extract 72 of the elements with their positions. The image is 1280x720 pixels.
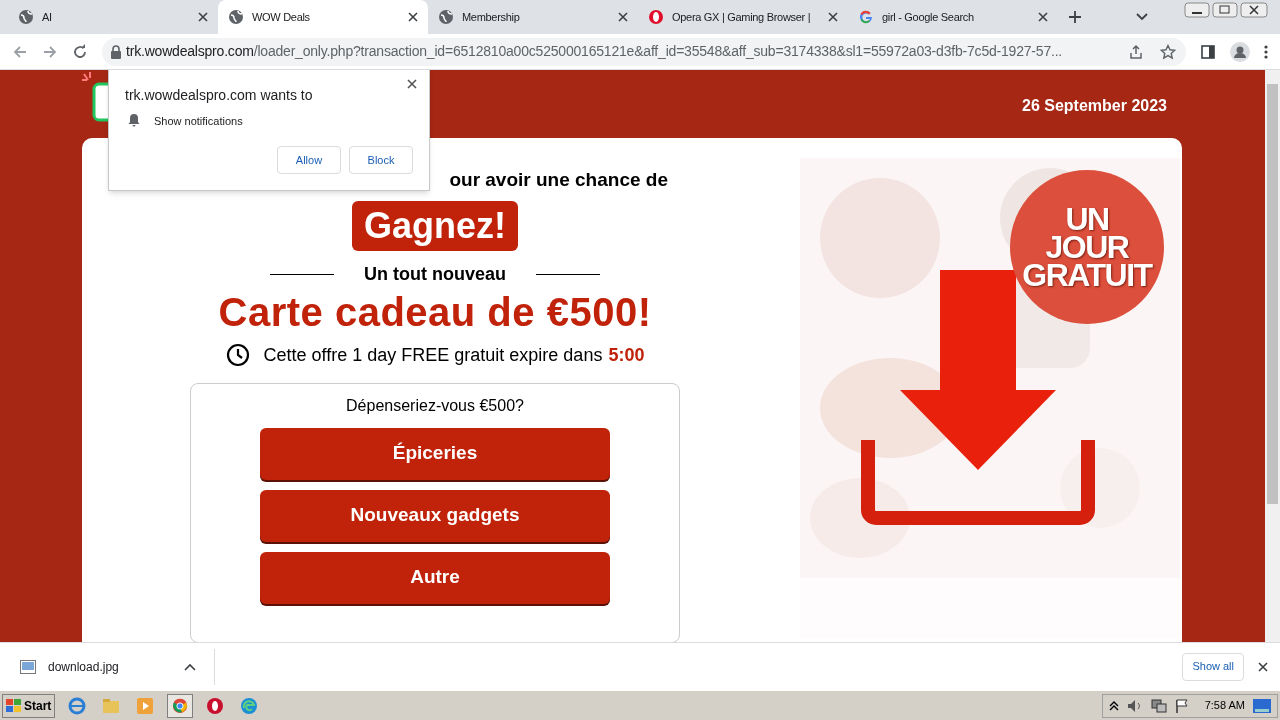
ring-icon[interactable] bbox=[206, 696, 225, 715]
show-all-button[interactable]: Show all bbox=[1182, 652, 1244, 681]
browser-tab[interactable]: Membership bbox=[428, 0, 638, 34]
win-label: Gagnez! bbox=[352, 200, 518, 251]
profile-icon[interactable] bbox=[1230, 41, 1250, 62]
answer-button[interactable]: Épiceries bbox=[260, 427, 610, 480]
answer-button[interactable]: Autre bbox=[260, 551, 610, 604]
browser-e-icon[interactable] bbox=[68, 696, 87, 715]
window-controls-icon[interactable] bbox=[1184, 1, 1268, 19]
more-icon[interactable] bbox=[1264, 43, 1268, 60]
globe-icon bbox=[228, 9, 244, 25]
answer-button[interactable]: Nouveaux gadgets bbox=[260, 489, 610, 542]
close-icon[interactable] bbox=[618, 12, 628, 22]
gift-card-title: Carte cadeau de €500! bbox=[218, 288, 652, 336]
close-icon[interactable] bbox=[1258, 661, 1268, 672]
browser-tab[interactable]: Opera GX | Gaming Browser | bbox=[638, 0, 848, 34]
chevron-up-icon[interactable] bbox=[1108, 700, 1119, 711]
bell-icon bbox=[128, 113, 140, 127]
address-bar[interactable]: trk.wowdealspro.com/loader_only.php?transaction_id=6512810a00c525000165121e&aff_id=35548&aff_sub=3174338&sl1=55972a03-d3fb-7c5d-1927-57... bbox=[102, 37, 1186, 66]
countdown-timer: 5:00 bbox=[608, 343, 645, 367]
g-letter-icon bbox=[858, 9, 874, 25]
network-icon[interactable] bbox=[1150, 698, 1167, 713]
start-button[interactable]: Start bbox=[2, 693, 56, 718]
date-text: 26 September 2023 bbox=[1022, 96, 1167, 116]
clock-icon bbox=[225, 343, 250, 367]
forward-icon[interactable] bbox=[42, 43, 58, 60]
tab-title: Opera GX | Gaming Browser | bbox=[672, 9, 812, 25]
windows-logo-icon bbox=[6, 698, 22, 713]
reload-icon[interactable] bbox=[72, 43, 88, 60]
tab-title: girl - Google Search bbox=[882, 9, 975, 25]
globe-icon bbox=[18, 9, 34, 25]
close-icon[interactable] bbox=[1038, 12, 1048, 22]
question-text: Dépenseriez-vous €500? bbox=[346, 395, 524, 416]
ring-icon bbox=[648, 9, 664, 25]
lock-icon bbox=[110, 44, 122, 59]
chevron-down-icon[interactable] bbox=[1136, 13, 1148, 21]
promo-text: GRATUIT bbox=[1022, 261, 1152, 289]
plus-icon[interactable] bbox=[1068, 10, 1082, 24]
popup-button[interactable]: Block bbox=[349, 146, 413, 174]
promo-text: JOUR bbox=[1045, 233, 1129, 261]
permission-text: Show notifications bbox=[154, 114, 243, 129]
close-icon[interactable] bbox=[407, 79, 417, 89]
tab-title: WOW Deals bbox=[252, 9, 311, 25]
chevron-up-icon[interactable] bbox=[184, 662, 196, 671]
promo-text: UN bbox=[1065, 205, 1109, 233]
offer-text: Cette offre 1 day FREE gratuit expire dans bbox=[263, 343, 603, 367]
tab-title: AI bbox=[42, 9, 53, 25]
back-icon[interactable] bbox=[12, 43, 28, 60]
url-text: trk.wowdealspro.com/loader_only.php?transaction_id=6512810a00c525000165121e&aff_id=35548&aff_sub=3174338&sl1=55972a03-d3fb-7c5d-1927-57... bbox=[126, 42, 1064, 61]
browser-tab[interactable]: girl - Google Search bbox=[848, 0, 1058, 34]
globe-icon bbox=[438, 9, 454, 25]
clock-time: 7:58 AM bbox=[1204, 698, 1245, 714]
image-file-icon bbox=[20, 659, 36, 674]
browser-tab[interactable]: WOW Deals bbox=[218, 0, 428, 34]
side-panel-icon[interactable] bbox=[1200, 43, 1216, 60]
close-icon[interactable] bbox=[828, 12, 838, 22]
star-icon[interactable] bbox=[1160, 43, 1176, 60]
scrollbar[interactable] bbox=[1265, 70, 1280, 642]
speaker-icon[interactable] bbox=[1126, 698, 1143, 713]
share-icon[interactable] bbox=[1128, 43, 1144, 60]
file-name[interactable]: download.jpg bbox=[48, 657, 184, 676]
popup-title: trk.wowdealspro.com wants to bbox=[125, 86, 313, 105]
popup-button[interactable]: Allow bbox=[277, 146, 341, 174]
desktop-icon[interactable] bbox=[1253, 698, 1271, 713]
tab-title: Membership bbox=[462, 9, 521, 25]
chrome-icon[interactable] bbox=[167, 693, 194, 718]
flag-icon[interactable] bbox=[1174, 698, 1189, 713]
browser-tab[interactable]: AI bbox=[8, 0, 218, 34]
subheading-text: Un tout nouveau bbox=[364, 262, 506, 286]
headline-text: our avoir une chance de bbox=[449, 168, 668, 192]
close-icon[interactable] bbox=[408, 12, 418, 22]
close-icon[interactable] bbox=[198, 12, 208, 22]
